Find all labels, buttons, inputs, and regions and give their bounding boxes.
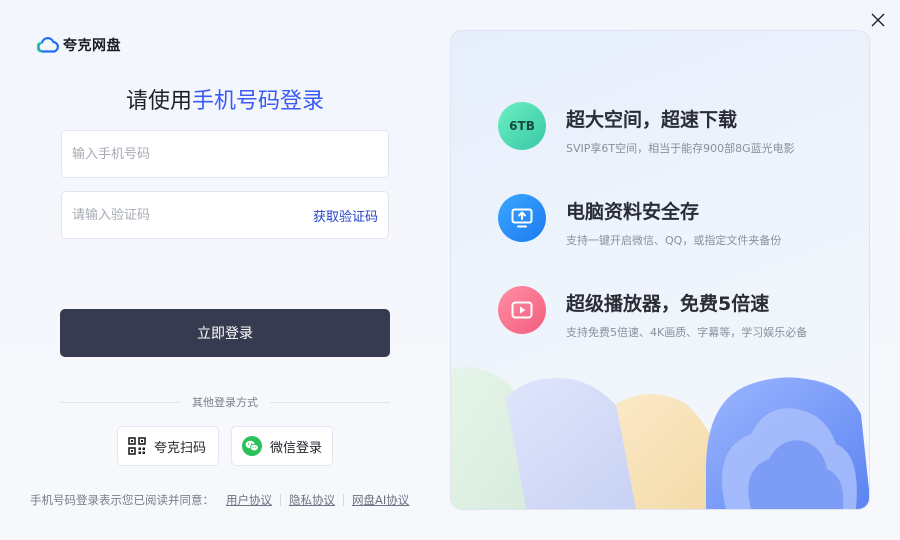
cloud-icon bbox=[37, 37, 59, 53]
cloud-illustration bbox=[451, 367, 869, 509]
code-input[interactable] bbox=[72, 207, 313, 223]
login-window: 夸克网盘 请使用手机号码登录 获取验证码 立即登录 其他登录方式 夸克扫码 bbox=[0, 0, 900, 540]
feature-title: 超级播放器，免费5倍速 bbox=[566, 293, 770, 315]
feature-title: 电脑资料安全存 bbox=[566, 201, 700, 223]
feature-subtitle: SVIP享6T空间，相当于能存900部8G蓝光电影 bbox=[566, 142, 795, 155]
agreement-text: 手机号码登录表示您已阅读并同意： bbox=[30, 493, 214, 507]
page-title-prefix: 请使用 bbox=[125, 89, 192, 114]
promo-panel: 6TB 超大空间，超速下载 SVIP享6T空间，相当于能存900部8G蓝光电影 … bbox=[450, 30, 870, 510]
divider-line bbox=[60, 401, 180, 403]
storage-badge: 6TB bbox=[498, 102, 546, 150]
monitor-upload-icon bbox=[511, 208, 533, 228]
close-icon bbox=[871, 13, 885, 27]
backup-badge bbox=[498, 194, 546, 242]
feature-item: 电脑资料安全存 支持一键开启微信、QQ，或指定文件夹备份 bbox=[498, 194, 781, 248]
link-separator bbox=[343, 494, 344, 506]
other-methods-divider: 其他登录方式 bbox=[60, 394, 390, 410]
link-separator bbox=[280, 494, 281, 506]
close-button[interactable] bbox=[868, 10, 888, 30]
phone-field[interactable] bbox=[61, 130, 389, 178]
feature-subtitle: 支持免费5倍速、4K画质、字幕等，学习娱乐必备 bbox=[566, 326, 808, 339]
brand-name: 夸克网盘 bbox=[63, 38, 121, 54]
play-icon bbox=[511, 301, 533, 319]
get-code-button[interactable]: 获取验证码 bbox=[313, 206, 378, 225]
page-title: 请使用手机号码登录 bbox=[60, 83, 390, 115]
ai-agreement-link[interactable]: 网盘AI协议 bbox=[352, 492, 409, 508]
other-methods-label: 其他登录方式 bbox=[192, 396, 258, 409]
wechat-icon bbox=[242, 436, 262, 456]
divider-line bbox=[270, 401, 390, 403]
code-field[interactable]: 获取验证码 bbox=[61, 191, 389, 239]
qr-code-icon bbox=[128, 437, 146, 455]
agreement-notice: 手机号码登录表示您已阅读并同意： 用户协议 隐私协议 网盘AI协议 bbox=[30, 492, 409, 508]
brand: 夸克网盘 bbox=[37, 35, 121, 55]
user-agreement-link[interactable]: 用户协议 bbox=[226, 492, 272, 508]
player-badge bbox=[498, 286, 546, 334]
storage-badge-text: 6TB bbox=[509, 119, 535, 133]
feature-title: 超大空间，超速下载 bbox=[566, 109, 738, 131]
login-button[interactable]: 立即登录 bbox=[60, 309, 390, 357]
quark-scan-label: 夸克扫码 bbox=[154, 440, 207, 456]
wechat-login-label: 微信登录 bbox=[270, 440, 323, 456]
wechat-login-button[interactable]: 微信登录 bbox=[231, 426, 333, 466]
feature-item: 超级播放器，免费5倍速 支持免费5倍速、4K画质、字幕等，学习娱乐必备 bbox=[498, 286, 807, 340]
privacy-agreement-link[interactable]: 隐私协议 bbox=[289, 492, 335, 508]
page-title-highlight: 手机号码登录 bbox=[192, 89, 325, 114]
feature-subtitle: 支持一键开启微信、QQ，或指定文件夹备份 bbox=[566, 234, 782, 247]
feature-item: 6TB 超大空间，超速下载 SVIP享6T空间，相当于能存900部8G蓝光电影 bbox=[498, 102, 795, 156]
quark-scan-button[interactable]: 夸克扫码 bbox=[117, 426, 219, 466]
phone-input[interactable] bbox=[72, 146, 378, 162]
